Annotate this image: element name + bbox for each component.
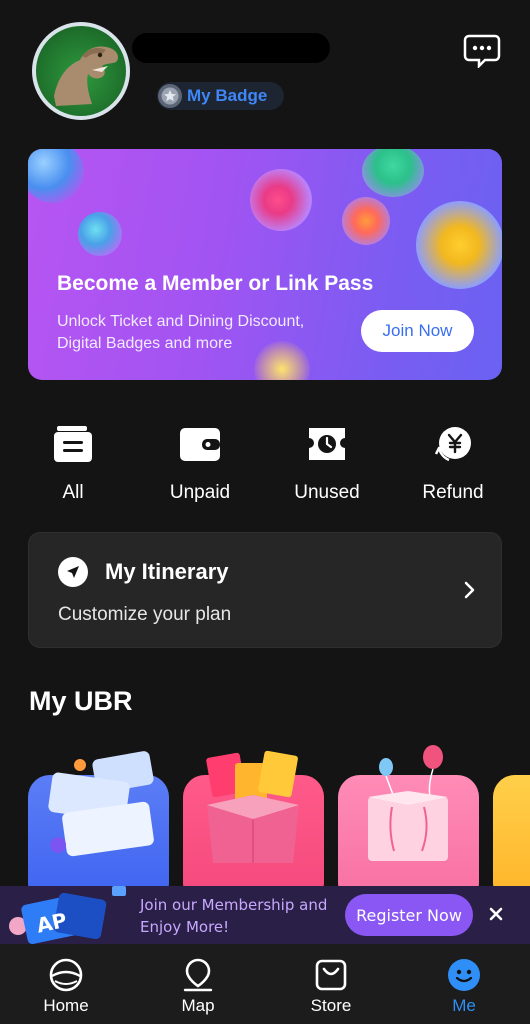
register-now-button[interactable]: Register Now (345, 894, 473, 936)
order-filter-refund-label: Refund (422, 482, 484, 503)
tab-me[interactable]: Me (409, 944, 519, 1024)
order-filter-unused[interactable]: Unused (267, 420, 387, 510)
annual-pass-illustration: AP (9, 886, 126, 944)
ubr-card-gift[interactable] (183, 750, 324, 890)
bubble-p-decoration (362, 149, 424, 197)
order-filter-unpaid[interactable]: Unpaid (140, 420, 260, 510)
my-ubr-title: My UBR (29, 686, 133, 716)
tab-map-label: Map (181, 996, 215, 1015)
bubble-pizza-decoration (342, 197, 390, 245)
join-now-button[interactable]: Join Now (361, 310, 474, 352)
dinosaur-avatar-image (54, 46, 118, 106)
my-itinerary-card[interactable]: My Itinerary Customize your plan (28, 532, 502, 648)
ubr-card-carousel (0, 740, 530, 890)
bubble-ticket-decoration (416, 201, 502, 289)
wallet-icon (180, 428, 220, 461)
promo-text: Join our Membership and Enjoy More! (140, 894, 327, 938)
tab-me-label: Me (452, 996, 476, 1015)
itinerary-title: My Itinerary (105, 559, 229, 584)
order-filters: All Unpaid Unused Refund (0, 420, 530, 510)
itinerary-subtitle: Customize your plan (58, 604, 232, 625)
order-filter-unused-label: Unused (294, 482, 360, 503)
promo-line-1: Join our Membership and (140, 896, 328, 914)
balloon-box-illustration (368, 745, 448, 861)
shopping-bag-icon (315, 959, 347, 991)
tab-home-label: Home (43, 996, 89, 1015)
all-orders-icon (54, 426, 92, 462)
membership-banner[interactable]: Become a Member or Link Pass Unlock Tick… (28, 149, 502, 380)
banner-subtitle: Unlock Ticket and Dining Discount, Digit… (57, 313, 305, 352)
order-filter-all-label: All (62, 482, 84, 503)
order-filter-unpaid-label: Unpaid (169, 482, 231, 503)
smiley-face-icon (448, 959, 480, 991)
tab-store[interactable]: Store (276, 944, 386, 1024)
bottom-tab-bar: Home Map Store Me (0, 944, 530, 1024)
banner-title: Become a Member or Link Pass (57, 272, 374, 295)
map-pin-icon (183, 958, 213, 992)
yen-refund-icon (434, 427, 471, 462)
bubble-l-decoration (28, 149, 84, 203)
my-badge-button[interactable]: My Badge (157, 82, 284, 110)
message-icon[interactable] (463, 34, 501, 68)
order-filter-refund[interactable]: Refund (393, 420, 513, 510)
tab-store-label: Store (310, 996, 352, 1015)
ubr-card-partial[interactable] (493, 775, 530, 890)
tab-home[interactable]: Home (11, 944, 121, 1024)
chevron-right-icon (464, 581, 475, 599)
gift-box-illustration (206, 750, 299, 863)
profile-header: My Badge (0, 0, 530, 140)
username-redacted (132, 33, 330, 63)
medal-icon (158, 84, 182, 108)
tab-map[interactable]: Map (143, 944, 253, 1024)
tickets-illustration (48, 751, 154, 857)
bubble-percent-decoration (78, 212, 122, 256)
my-badge-label: My Badge (187, 86, 268, 105)
promo-line-2: Enjoy More! (140, 918, 230, 936)
order-filter-all[interactable]: All (13, 420, 133, 510)
ticket-clock-icon (309, 428, 345, 460)
bubble-gift-decoration (250, 169, 312, 231)
ubr-card-tickets[interactable] (28, 751, 169, 890)
ubr-card-surprise[interactable] (338, 745, 479, 890)
avatar[interactable] (32, 22, 130, 120)
home-globe-icon (49, 958, 83, 992)
close-icon[interactable] (486, 904, 506, 924)
navigation-arrow-icon (58, 557, 88, 587)
